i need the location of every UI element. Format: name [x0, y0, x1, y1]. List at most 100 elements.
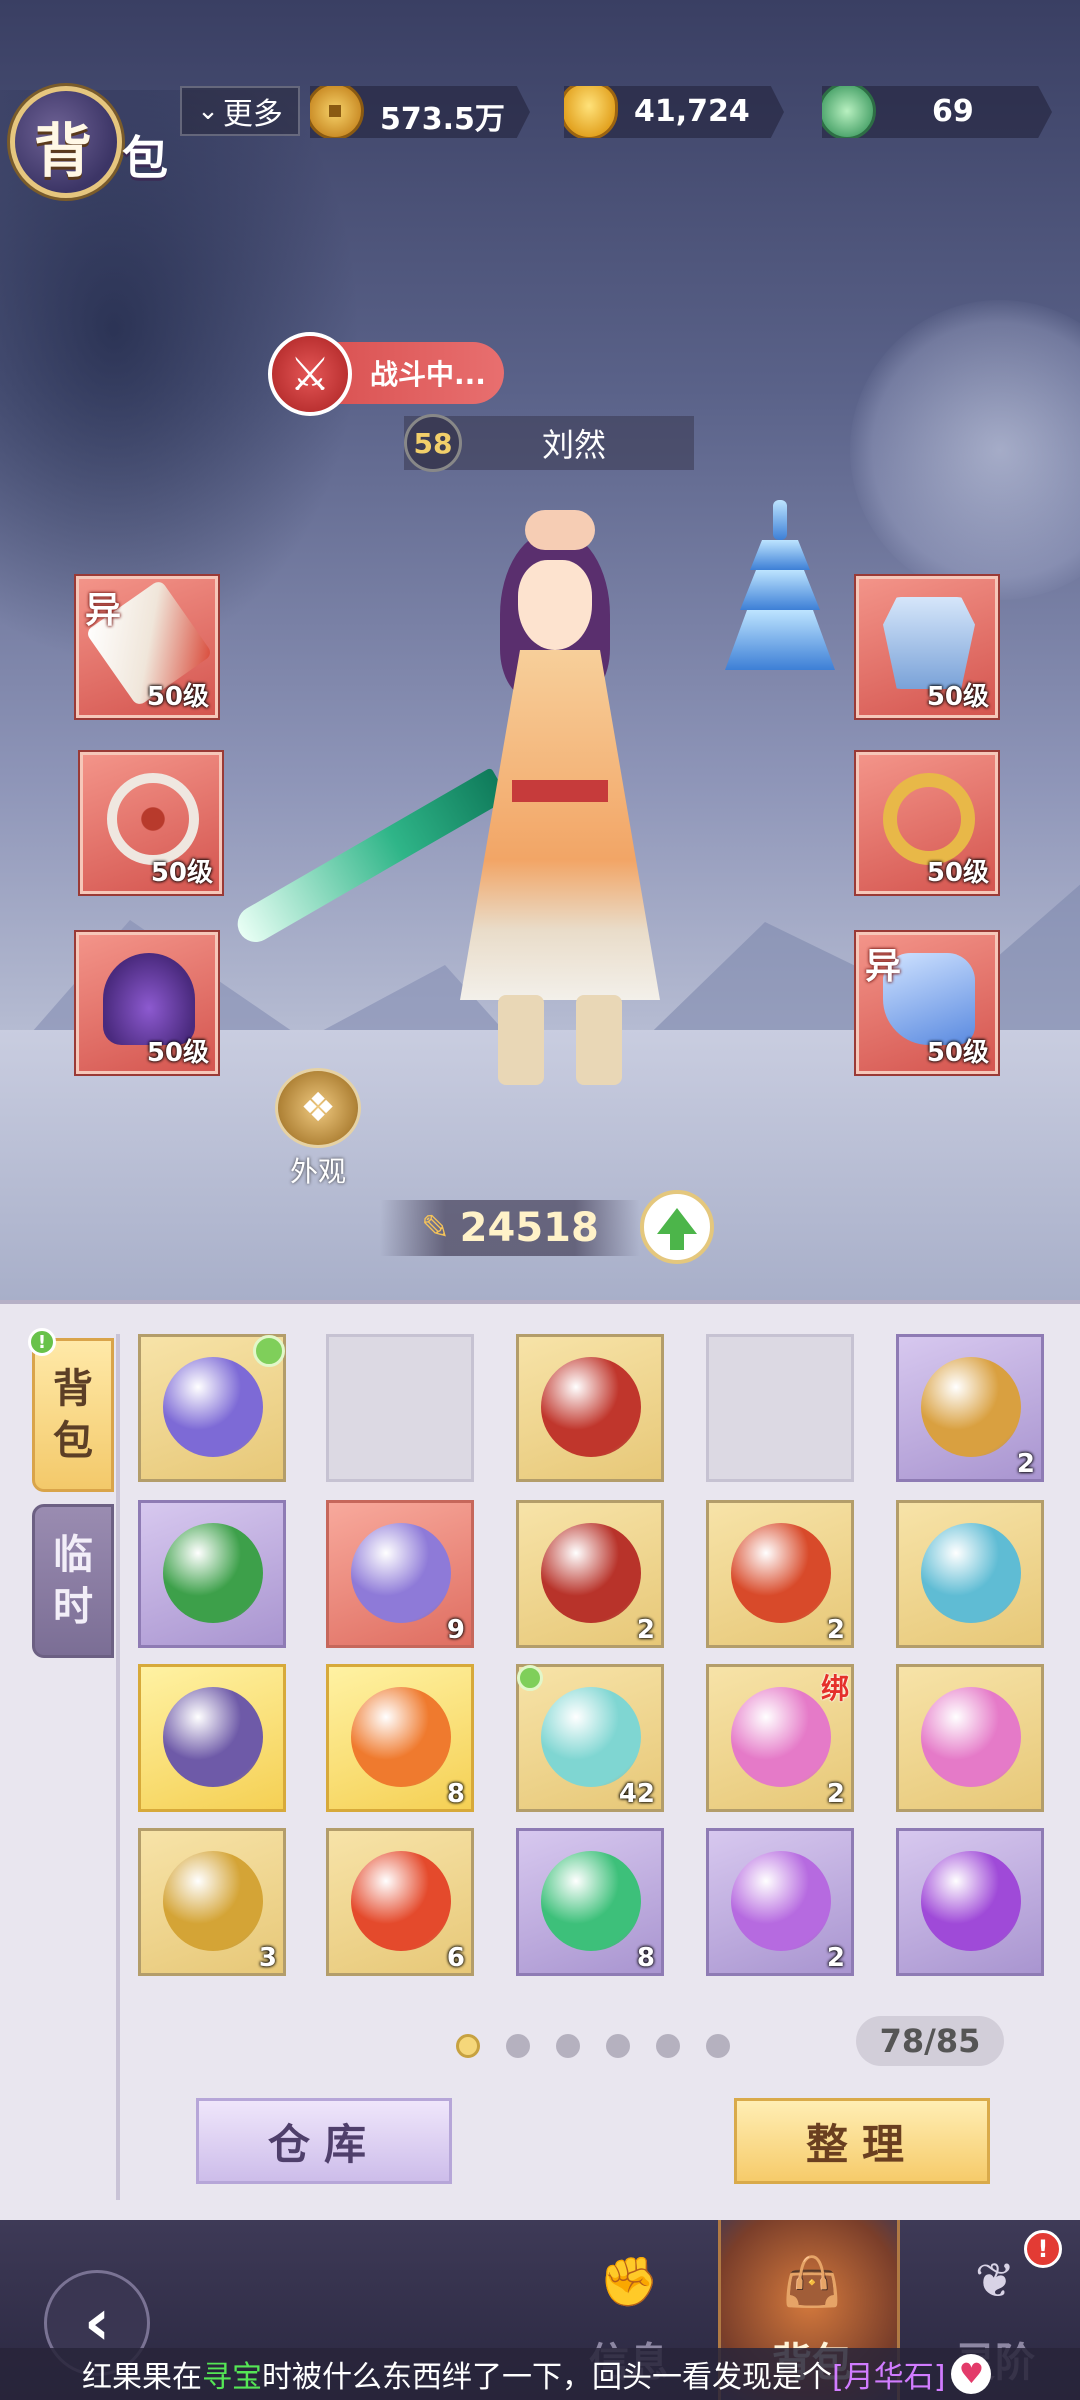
bag-item-slot[interactable]: 9 [326, 1500, 474, 1648]
page-dot[interactable] [656, 2034, 680, 2058]
peach-icon [731, 1687, 831, 1787]
pagoda-artifact[interactable] [720, 500, 840, 680]
page-dot[interactable] [606, 2034, 630, 2058]
bag-item-slot[interactable]: 42 [516, 1664, 664, 1812]
combat-power: ✎ 24518 [380, 1200, 640, 1256]
phoenix-feather-icon [351, 1851, 451, 1951]
bag-item-slot[interactable] [138, 1500, 286, 1648]
currency-gold[interactable]: 41,724 [564, 86, 784, 138]
page-dot[interactable] [456, 2034, 480, 2058]
equip-level: 50级 [926, 1038, 989, 1068]
bag-capacity: 78/85 [856, 2016, 1004, 2066]
ticker-item-link[interactable]: [月华石] [832, 2352, 945, 2396]
item-count: 3 [258, 1943, 277, 1973]
equip-slot-weapon[interactable]: 异 50级 [76, 576, 218, 718]
more-label: 更多 [222, 97, 283, 132]
ticker-highlight[interactable]: 寻宝 [202, 2352, 262, 2396]
upgrade-button[interactable] [640, 1190, 714, 1264]
bag-item-slot[interactable]: 2 [706, 1828, 854, 1976]
character-belt [512, 780, 608, 802]
bag-item-slot[interactable] [516, 1334, 664, 1482]
equip-slot-helmet[interactable]: 50级 [76, 932, 218, 1074]
ticker-text: 时被什么东西绊了一下，回头一看发现是个 [262, 2360, 832, 2395]
purple-orb-icon [921, 1851, 1021, 1951]
item-count: 42 [618, 1779, 655, 1809]
power-icon: ✎ [421, 1208, 450, 1248]
alert-badge: ! [1024, 2230, 1062, 2268]
wardrobe-icon: ❖ [275, 1068, 361, 1148]
panel-divider [116, 1334, 120, 2200]
title-char-1: 背 [34, 117, 93, 185]
more-button[interactable]: ⌄ 更多 [180, 86, 300, 136]
pagoda-spire [773, 500, 787, 540]
new-item-badge [253, 1335, 285, 1367]
page-dot[interactable] [506, 2034, 530, 2058]
currency-value: 41,724 [634, 94, 750, 129]
title-char-2: 包 [122, 131, 168, 185]
item-count: 8 [446, 1779, 465, 1809]
new-item-badge [517, 1665, 543, 1691]
tab-label: 临 [53, 1532, 93, 1578]
tab-label: 包 [53, 1418, 93, 1464]
equip-slot-ring[interactable]: 50级 [856, 752, 998, 894]
bag-item-slot[interactable] [138, 1664, 286, 1812]
currency-copper[interactable]: 573.5万 [310, 86, 530, 138]
fate-token-icon [921, 1357, 1021, 1457]
equip-slot-necklace[interactable]: 50级 [80, 752, 222, 894]
character-level: 58 [404, 414, 462, 472]
coin-icon [310, 86, 364, 138]
taiji-book-icon [541, 1523, 641, 1623]
page-dot[interactable] [556, 2034, 580, 2058]
bag-icon: 👜 [782, 2253, 842, 2310]
page-indicator [456, 2034, 730, 2058]
empty-slot[interactable] [706, 1334, 854, 1482]
bag-item-slot[interactable]: 绑2 [706, 1664, 854, 1812]
pagoda-base [725, 610, 835, 670]
currency-value: 573.5万 [380, 102, 505, 137]
empty-slot[interactable] [326, 1334, 474, 1482]
moon-backdrop [850, 300, 1080, 600]
bag-item-slot[interactable]: 2 [516, 1500, 664, 1648]
pagoda-tier [750, 540, 810, 570]
item-count: 8 [636, 1943, 655, 1973]
equip-slot-boots[interactable]: 异 50级 [856, 932, 998, 1074]
pagoda-tier [740, 570, 820, 610]
tab-bag[interactable]: 背 包 [32, 1338, 114, 1492]
bag-item-slot[interactable]: 8 [326, 1664, 474, 1812]
appearance-button[interactable]: ❖ 外观 [270, 1068, 366, 1188]
currency-jade[interactable]: 69 [822, 86, 1052, 138]
tab-label: 时 [53, 1584, 93, 1630]
bag-item-slot[interactable] [896, 1500, 1044, 1648]
bag-panel: 背 包 ! 临 时 2 9 2 2 8 42 绑 2 3 6 8 2 78/85 仓库 整理 [0, 1300, 1080, 2220]
bound-tag: 绑 [820, 1672, 849, 1705]
bag-item-slot[interactable] [896, 1828, 1044, 1976]
bag-item-slot[interactable]: 2 [706, 1500, 854, 1648]
system-message-ticker: 红果果在 寻宝 时被什么东西绊了一下，回头一看发现是个 [月华石] ♥ [0, 2348, 1080, 2400]
item-count: 2 [826, 1779, 845, 1809]
bag-item-slot[interactable]: 3 [138, 1828, 286, 1976]
bag-item-slot[interactable]: 6 [326, 1828, 474, 1976]
bag-item-slot[interactable]: 8 [516, 1828, 664, 1976]
bag-item-slot[interactable] [138, 1334, 286, 1482]
bag-item-slot[interactable] [896, 1664, 1044, 1812]
gift-book-icon [163, 1523, 263, 1623]
bag-item-slot[interactable]: 2 [896, 1334, 1044, 1482]
page-dot[interactable] [706, 2034, 730, 2058]
item-count: 2 [826, 1943, 845, 1973]
jade-orb-icon [541, 1851, 641, 1951]
character-name: 刘然 [541, 426, 606, 464]
crossed-swords-icon: ⚔ [268, 332, 352, 416]
sort-button[interactable]: 整理 [734, 2098, 990, 2184]
tab-temporary[interactable]: 临 时 [32, 1504, 114, 1658]
peach-icon [921, 1687, 1021, 1787]
jade-dragon-icon [822, 86, 876, 138]
special-tag: 异 [85, 590, 122, 631]
equip-slot-armor[interactable]: 50级 [856, 576, 998, 718]
scroll-icon [351, 1523, 451, 1623]
character-hair-bow [525, 510, 595, 550]
storage-button[interactable]: 仓库 [196, 2098, 452, 2184]
combat-power-value: 24518 [459, 1205, 599, 1251]
character-model[interactable] [430, 500, 690, 1110]
item-count: 2 [826, 1615, 845, 1645]
red-orb-icon [731, 1523, 831, 1623]
